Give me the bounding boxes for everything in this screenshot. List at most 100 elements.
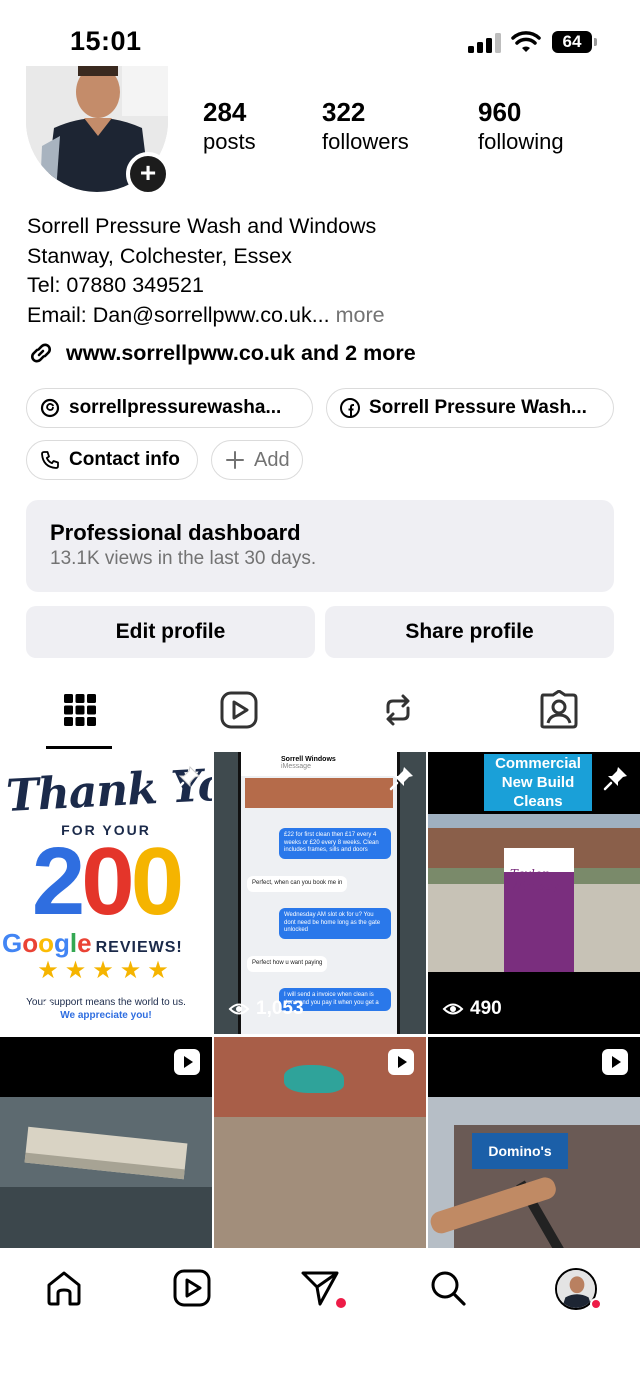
threads-icon bbox=[40, 398, 60, 418]
bio-phone: Tel: 07880 349521 bbox=[27, 273, 204, 297]
building-site-photo: Taylor Wimpey bbox=[428, 814, 640, 972]
eye-icon bbox=[14, 1003, 36, 1015]
google-reviews-text: Google REVIEWS! bbox=[2, 928, 183, 958]
posts-count: 284 bbox=[203, 97, 247, 127]
home-icon bbox=[47, 1271, 81, 1306]
dominos-sign: Domino's bbox=[472, 1133, 568, 1169]
followers-label: followers bbox=[322, 129, 409, 154]
reposts-icon bbox=[386, 694, 410, 726]
facebook-chip[interactable]: Sorrell Pressure Wash... bbox=[326, 388, 614, 428]
reviews-number: 200 bbox=[31, 828, 184, 935]
followers-count: 322 bbox=[322, 97, 366, 127]
battery-icon: 64 bbox=[552, 31, 598, 53]
chat-header: Sorrell Windows iMessage bbox=[241, 752, 397, 776]
reel-play-icon bbox=[174, 1049, 200, 1075]
tagged-icon bbox=[540, 689, 578, 729]
chat-message: Perfect how u want paying bbox=[247, 956, 328, 972]
reels-icon bbox=[173, 1269, 211, 1307]
flag-banner: Taylor Wimpey bbox=[504, 848, 574, 972]
post-views: 2 bbox=[14, 998, 53, 1020]
tab-posts-grid[interactable] bbox=[60, 690, 100, 730]
add-link-label: Add bbox=[254, 448, 290, 471]
facebook-chip-label: Sorrell Pressure Wash... bbox=[369, 397, 587, 418]
eye-icon bbox=[442, 1003, 464, 1015]
nav-reels[interactable] bbox=[172, 1268, 212, 1308]
threads-chip[interactable]: sorrellpressurewasha... bbox=[26, 388, 313, 428]
flag-text: Taylor Wimpey bbox=[510, 867, 559, 893]
tab-reposts[interactable] bbox=[378, 690, 418, 730]
messages-notification-dot bbox=[336, 1298, 346, 1308]
plus-icon bbox=[226, 451, 244, 469]
chat-photo bbox=[245, 778, 393, 808]
chat-message: £22 for first clean then £17 every 4 wee… bbox=[279, 828, 391, 859]
bio-email: Email: Dan@sorrellpww.co.uk... bbox=[27, 302, 330, 327]
posts-label: posts bbox=[203, 129, 256, 154]
profile-avatar-container[interactable]: + bbox=[26, 66, 170, 196]
website-link[interactable]: www.sorrellpww.co.uk and 2 more bbox=[27, 338, 416, 368]
stat-posts[interactable]: 284 posts bbox=[203, 96, 256, 156]
post-views-count: 1,053 bbox=[256, 998, 304, 1019]
post-thank-you[interactable]: Thank You! FOR YOUR 200 Google REVIEWS! ★… bbox=[0, 752, 212, 1034]
post-views: 1,053 bbox=[228, 998, 304, 1020]
bio-location: Stanway, Colchester, Essex bbox=[27, 243, 292, 268]
post-chat-screenshot[interactable]: Sorrell Windows iMessage £22 for first cl… bbox=[214, 752, 426, 1034]
bio-name: Sorrell Pressure Wash and Windows bbox=[27, 214, 377, 238]
bio-more-link[interactable]: more bbox=[336, 303, 385, 327]
add-story-icon[interactable]: + bbox=[126, 152, 170, 196]
status-time: 15:01 bbox=[70, 26, 142, 56]
profile-notification-dot bbox=[590, 1298, 602, 1310]
pinned-icon bbox=[389, 767, 413, 791]
facebook-icon bbox=[340, 398, 360, 418]
add-link-chip[interactable]: Add bbox=[211, 440, 303, 480]
edit-profile-button[interactable]: Edit profile bbox=[26, 606, 315, 658]
stat-followers[interactable]: 322 followers bbox=[322, 96, 409, 156]
contact-info-chip[interactable]: Contact info bbox=[26, 440, 198, 480]
garden-ornament-photo bbox=[284, 1065, 344, 1093]
pinned-icon bbox=[175, 766, 200, 791]
nav-search[interactable] bbox=[428, 1268, 468, 1308]
five-stars-icon: ★★★★★ bbox=[37, 957, 175, 984]
eye-icon bbox=[228, 1003, 250, 1015]
following-label: following bbox=[478, 129, 564, 154]
pinned-icon bbox=[603, 767, 627, 791]
tab-tagged[interactable] bbox=[539, 689, 579, 730]
messages-icon bbox=[301, 1271, 339, 1306]
reels-icon bbox=[220, 691, 258, 729]
threads-chip-label: sorrellpressurewasha... bbox=[69, 397, 282, 418]
post-commercial-cleans[interactable]: Commercial New Build Cleans Taylor Wimpe… bbox=[428, 752, 640, 1034]
following-count: 960 bbox=[478, 97, 522, 127]
chat-screenshot: Sorrell Windows iMessage £22 for first cl… bbox=[238, 752, 400, 1034]
reel-play-icon bbox=[602, 1049, 628, 1075]
nav-home[interactable] bbox=[44, 1268, 84, 1308]
stat-following[interactable]: 960 following bbox=[478, 96, 564, 156]
battery-level: 64 bbox=[552, 31, 592, 53]
bio-email-line: Email: Dan@sorrellpww.co.uk... more bbox=[27, 301, 617, 331]
post-views-count: 490 bbox=[470, 998, 502, 1019]
chat-message: Perfect, when can you book me in bbox=[247, 876, 348, 892]
reel-patio-clean[interactable] bbox=[214, 1037, 426, 1248]
share-profile-button[interactable]: Share profile bbox=[325, 606, 614, 658]
contact-info-label: Contact info bbox=[69, 449, 180, 470]
post-views-count: 2 bbox=[42, 998, 53, 1019]
profile-bio: Sorrell Pressure Wash and Windows Stanwa… bbox=[27, 212, 617, 330]
reel-window-brush[interactable] bbox=[0, 1037, 212, 1248]
commercial-header-text: Commercial New Build Cleans bbox=[484, 754, 592, 811]
dashboard-subtitle: 13.1K views in the last 30 days. bbox=[50, 548, 317, 569]
search-icon bbox=[431, 1271, 466, 1306]
professional-dashboard[interactable]: Professional dashboard 13.1K views in th… bbox=[26, 500, 614, 592]
active-tab-indicator bbox=[46, 746, 112, 749]
chat-message: Wednesday AM slot ok for u? You dont nee… bbox=[279, 908, 391, 939]
dashboard-title: Professional dashboard bbox=[50, 520, 301, 545]
website-link-text: www.sorrellpww.co.uk and 2 more bbox=[66, 340, 416, 365]
cellular-signal-icon bbox=[468, 33, 501, 53]
reel-dominos-clean[interactable]: Domino's bbox=[428, 1037, 640, 1248]
grid-icon bbox=[64, 694, 96, 726]
bottom-navigation bbox=[0, 1250, 640, 1385]
posts-grid: Thank You! FOR YOUR 200 Google REVIEWS! ★… bbox=[0, 752, 640, 1248]
link-icon bbox=[31, 343, 51, 363]
tab-reels[interactable] bbox=[219, 690, 259, 730]
wifi-icon bbox=[511, 31, 541, 52]
nav-messages[interactable] bbox=[300, 1268, 340, 1308]
post-views: 490 bbox=[442, 998, 502, 1020]
phone-icon bbox=[41, 451, 59, 469]
